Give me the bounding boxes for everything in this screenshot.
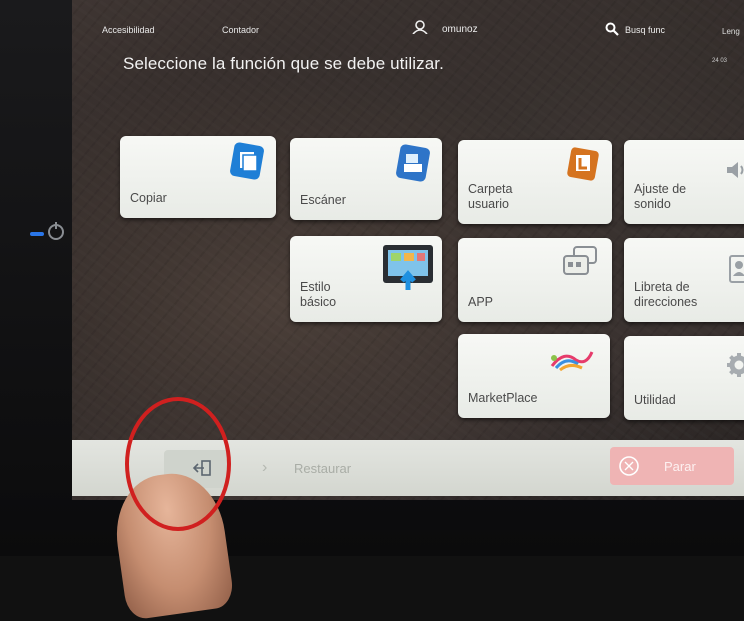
search-icon[interactable] — [605, 22, 619, 36]
scanner-icon — [396, 144, 430, 182]
power-icon[interactable] — [48, 222, 64, 240]
tile-address-book[interactable]: Libreta de direcciones — [624, 238, 744, 322]
tile-label: Estilo básico — [300, 280, 337, 309]
clock-readout: 24 03 — [712, 58, 728, 64]
accessibility-link[interactable]: Accesibilidad — [102, 25, 155, 35]
function-search-button[interactable]: Busq func — [625, 25, 665, 35]
tile-label: Escáner — [300, 193, 346, 207]
tile-label: Utilidad — [634, 393, 676, 407]
marketplace-icon — [550, 351, 594, 372]
user-name[interactable]: omunoz — [442, 24, 478, 35]
tile-label: Carpeta usuario — [468, 182, 513, 211]
user-icon[interactable] — [412, 20, 428, 34]
tile-user-box[interactable]: Carpeta usuario — [458, 140, 612, 224]
language-button[interactable]: Leng — [722, 27, 740, 36]
tile-scanner[interactable]: Escáner — [290, 138, 442, 220]
tile-sound-settings[interactable]: Ajuste de sonido — [624, 140, 744, 224]
tile-app[interactable]: APP — [458, 238, 612, 322]
tile-marketplace[interactable]: MarketPlace — [458, 334, 610, 418]
highlight-circle — [125, 397, 231, 531]
counter-link[interactable]: Contador — [222, 25, 259, 35]
chevron-right-icon: › — [262, 459, 268, 476]
tile-label: Ajuste de sonido — [634, 182, 687, 211]
tile-label: Libreta de direcciones — [634, 280, 698, 309]
tile-label: MarketPlace — [468, 391, 538, 405]
app-icon — [563, 246, 597, 275]
page-title: Seleccione la función que se debe utiliz… — [123, 54, 444, 73]
stop-icon — [619, 456, 639, 476]
address-book-icon — [729, 255, 744, 283]
copy-icon — [230, 142, 264, 180]
gear-icon — [727, 353, 744, 377]
speaker-icon — [727, 162, 744, 178]
power-indicator-led — [30, 232, 44, 236]
restore-button[interactable]: Restaurar — [294, 461, 351, 476]
basic-style-icon — [383, 245, 433, 290]
tile-utility[interactable]: Utilidad — [624, 336, 744, 420]
tile-basic-style[interactable]: Estilo básico — [290, 236, 442, 322]
tile-label: APP — [468, 295, 494, 309]
stop-button-label: Parar — [664, 459, 696, 474]
tile-copy[interactable]: Copiar — [120, 136, 276, 218]
tile-label: Copiar — [130, 191, 167, 205]
top-bar: Accesibilidad Contador omunoz Busq func … — [72, 0, 744, 40]
user-box-icon — [567, 147, 599, 181]
